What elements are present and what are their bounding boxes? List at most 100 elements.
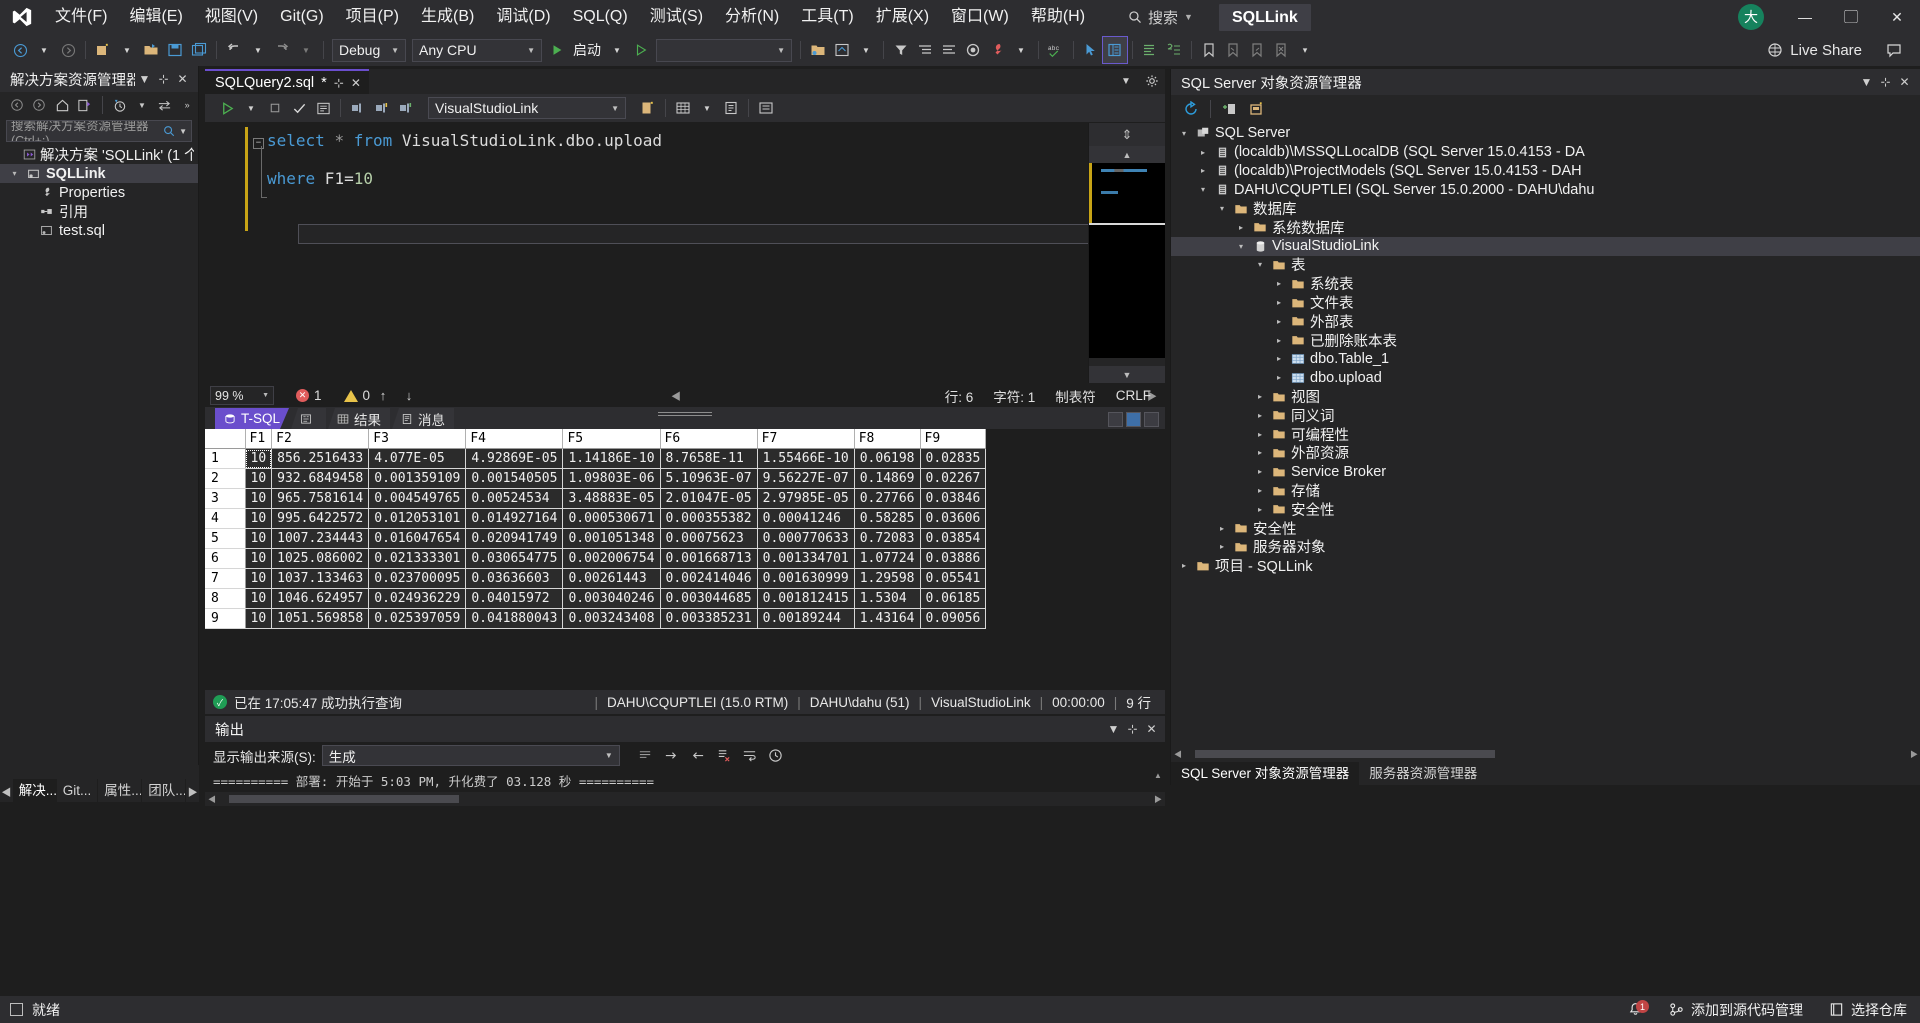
active-solution-chip[interactable]: SQLLink: [1218, 3, 1311, 31]
ssox-tree-node[interactable]: ▸ 文件表: [1171, 293, 1920, 312]
twisty-collapsed-icon[interactable]: ▸: [1253, 411, 1267, 420]
fold-toggle-icon[interactable]: −: [253, 138, 264, 149]
scroll-left-icon[interactable]: ◀: [205, 794, 219, 805]
grid-cell[interactable]: 0.06198: [854, 448, 921, 469]
wrench-icon[interactable]: [985, 37, 1009, 63]
table-row[interactable]: 5 10 1007.234443 0.016047654 0.020941749 0.00…: [205, 528, 987, 549]
grid-cell[interactable]: 0.00041246: [757, 508, 855, 529]
bookmark-icon[interactable]: [1197, 37, 1221, 63]
grid-cell[interactable]: 0.016047654: [368, 528, 467, 549]
grid-cell[interactable]: 0.023700095: [368, 568, 467, 589]
twisty-collapsed-icon[interactable]: ▸: [1253, 486, 1267, 495]
query-options-icon[interactable]: [754, 97, 778, 120]
grid-cell[interactable]: 1.43164: [854, 608, 921, 629]
window-layout-icon[interactable]: [830, 37, 854, 63]
tree-node-project[interactable]: ▾ SQLLink: [0, 164, 198, 183]
grid-cell[interactable]: 0.02267: [920, 468, 987, 489]
twisty-collapsed-icon[interactable]: ▸: [1272, 373, 1286, 382]
ssox-tree-node[interactable]: ▸ (localdb)\MSSQLLocalDB (SQL Server 15.0…: [1171, 143, 1920, 162]
notifications-button[interactable]: 1: [1615, 996, 1656, 1023]
table-row[interactable]: 3 10 965.7581614 0.004549765 0.00524534 3.488…: [205, 488, 987, 509]
grid-cell[interactable]: 1.5304: [854, 588, 921, 609]
grid-cell[interactable]: 0.003044685: [660, 588, 758, 609]
grid-cell[interactable]: 0.000770633: [757, 528, 855, 549]
table-row[interactable]: 1 10 856.2516433 4.077E-05 4.92869E-05 1.1418…: [205, 448, 987, 469]
spellcheck-icon[interactable]: abc: [1044, 37, 1068, 63]
uncomment-icon[interactable]: [1162, 37, 1186, 63]
minimap-scroll-down-icon[interactable]: ▼: [1089, 366, 1165, 383]
warning-count-indicator[interactable]: 0: [343, 388, 370, 403]
add-to-source-control-button[interactable]: 添加到源代码管理: [1656, 996, 1816, 1023]
ssox-tree-node[interactable]: ▸ 安全性: [1171, 500, 1920, 519]
grid-cell[interactable]: 0.00524534: [465, 488, 564, 509]
grid-row-number[interactable]: 2: [205, 468, 246, 489]
results-to-file-icon[interactable]: [719, 97, 743, 120]
grid-cell[interactable]: 0.03636603: [465, 568, 564, 589]
tab-results[interactable]: 结果: [328, 408, 391, 429]
menu-extensions[interactable]: 扩展(X): [865, 0, 940, 34]
grid-cell[interactable]: 8.7658E-11: [660, 448, 758, 469]
panel-dropdown-icon[interactable]: ▼: [1857, 72, 1876, 92]
results-grid[interactable]: F1 F2 F3 F4 F5 F6 F7 F8 F9 1 10 856.251643…: [205, 429, 987, 629]
editor-minimap[interactable]: ⇕ ▲ ▼: [1088, 123, 1165, 383]
twisty-collapsed-icon[interactable]: ▸: [1234, 223, 1248, 232]
wrench-dropdown[interactable]: ▼: [1009, 37, 1033, 63]
grid-cell[interactable]: 1.14186E-10: [562, 448, 661, 469]
redo-icon[interactable]: [270, 37, 294, 63]
grid-cell[interactable]: 1.07724: [854, 548, 921, 569]
start-debug-label[interactable]: 启动: [569, 37, 605, 63]
menu-file[interactable]: 文件(F): [44, 0, 118, 34]
connect-icon[interactable]: [370, 97, 394, 120]
grid-row-number[interactable]: 3: [205, 488, 246, 509]
tab-properties[interactable]: 属性...: [98, 779, 143, 802]
grid-cell[interactable]: 0.00075623: [660, 528, 758, 549]
table-row[interactable]: 6 10 1025.086002 0.021333301 0.030654775 0.00…: [205, 548, 987, 569]
navigate-back-button[interactable]: [8, 37, 32, 63]
scroll-left-icon[interactable]: ◀: [1171, 749, 1185, 760]
build-configuration-select[interactable]: Debug ▼: [332, 38, 406, 62]
add-sql-server-icon[interactable]: [1218, 97, 1242, 120]
grid-cell[interactable]: 0.025397059: [368, 608, 467, 629]
open-file-icon[interactable]: [139, 37, 163, 63]
main-menu[interactable]: 文件(F) 编辑(E) 视图(V) Git(G) 项目(P) 生成(B) 调试(…: [44, 0, 1096, 34]
ssox-tree-node[interactable]: ▸ 系统数据库: [1171, 218, 1920, 237]
grid-col-F7[interactable]: F7: [757, 429, 855, 449]
pending-changes-icon[interactable]: [108, 94, 130, 116]
solution-folder-icon[interactable]: [806, 37, 830, 63]
results-splitter-grip[interactable]: [658, 412, 712, 416]
grid-cell[interactable]: 4.92869E-05: [465, 448, 564, 469]
grid-cell[interactable]: 0.001359109: [368, 468, 467, 489]
ssox-tree-node[interactable]: ▾ DAHU\CQUPTLEI (SQL Server 15.0.2000 - D…: [1171, 180, 1920, 199]
execute-dropdown-icon[interactable]: ▼: [239, 97, 263, 120]
ssox-tree-node[interactable]: ▾ SQL Server: [1171, 124, 1920, 143]
grid-cell[interactable]: 0.021333301: [368, 548, 467, 569]
grid-cell[interactable]: 0.003385231: [660, 608, 758, 629]
error-count-indicator[interactable]: ✕ 1: [296, 388, 322, 403]
twisty-collapsed-icon[interactable]: ▸: [1215, 524, 1229, 533]
minimap-view[interactable]: [1089, 163, 1165, 358]
ssox-tree-node[interactable]: ▸ 外部资源: [1171, 444, 1920, 462]
grid-cell[interactable]: 0.001334701: [757, 548, 855, 569]
prev-issue-icon[interactable]: ↑: [370, 388, 396, 403]
menu-sql[interactable]: SQL(Q): [562, 0, 639, 34]
grid-cell[interactable]: 10: [245, 528, 273, 549]
sync-with-active-document-icon[interactable]: [154, 94, 176, 116]
grid-cell[interactable]: 1025.086002: [271, 548, 370, 569]
grid-cell[interactable]: 0.030654775: [465, 548, 564, 569]
grid-cell[interactable]: 0.041880043: [465, 608, 564, 629]
twisty-collapsed-icon[interactable]: ▸: [1272, 279, 1286, 288]
tree-node-solution[interactable]: 解决方案 'SQLLink' (1 个项目): [0, 145, 198, 164]
code-text-area[interactable]: − select * from VisualStudioLink.dbo.uplo…: [243, 123, 1165, 383]
twisty-collapsed-icon[interactable]: ▸: [1215, 542, 1229, 551]
ssox-tree-node[interactable]: ▸ 同义词: [1171, 406, 1920, 425]
window-layout-dropdown[interactable]: ▼: [854, 37, 878, 63]
next-bookmark-icon[interactable]: [1245, 37, 1269, 63]
ssox-tree-node[interactable]: ▸ 项目 - SQLLink: [1171, 556, 1920, 575]
twisty-expanded-icon[interactable]: ▾: [1215, 204, 1229, 213]
ssox-hscroll-track[interactable]: [1185, 749, 1907, 759]
menu-edit[interactable]: 编辑(E): [118, 0, 193, 34]
view-split-button[interactable]: [1126, 412, 1141, 427]
breakpoint-icon[interactable]: [961, 37, 985, 63]
twisty-expanded-icon[interactable]: ▾: [1253, 260, 1267, 269]
show-timestamps-icon[interactable]: [764, 745, 788, 767]
